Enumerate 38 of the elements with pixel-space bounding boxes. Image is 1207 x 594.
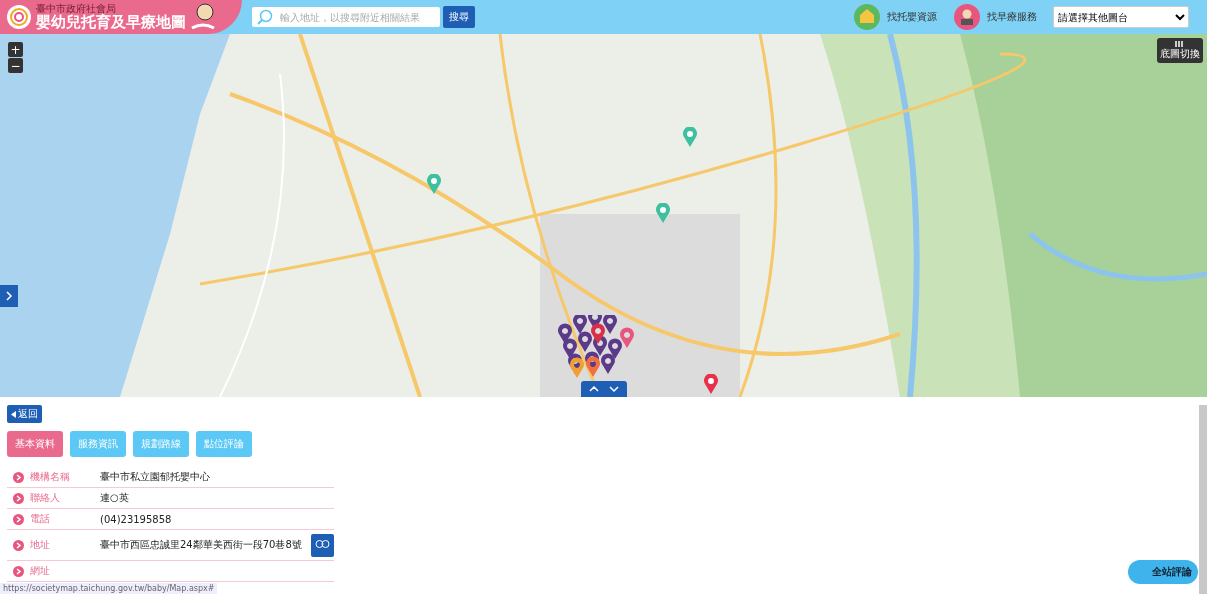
map-pins-drawing[interactable] <box>556 315 636 379</box>
field-label: 網址 <box>30 564 51 578</box>
layer-switch-button[interactable]: 底圖切換 <box>1157 38 1203 63</box>
layers-icon <box>1175 40 1185 47</box>
platform-select[interactable]: 請選擇其他圖台 <box>1053 6 1189 28</box>
field-value: 臺中市西區忠誠里24鄰華美西街一段70巷8號 <box>100 538 303 552</box>
chevron-right-icon <box>5 290 13 301</box>
back-button[interactable]: 返回 <box>7 405 42 423</box>
field-label: 電話 <box>30 512 51 526</box>
zoom-in-button[interactable]: + <box>8 42 23 57</box>
field-value: 連○英 <box>100 491 130 505</box>
review-button[interactable]: 全站評論 <box>1128 560 1198 584</box>
panel-toggle-button[interactable] <box>581 381 627 397</box>
field-label: 聯絡人 <box>30 491 61 505</box>
chevron-icon <box>13 492 24 504</box>
chevron-icon <box>13 513 24 525</box>
zoom-out-button[interactable]: − <box>8 58 23 73</box>
agency-name: 臺中市政府社會局 <box>36 3 117 14</box>
search-button[interactable]: 搜尋 <box>443 6 475 28</box>
site-title: 嬰幼兒托育及早療地圖 <box>36 14 186 31</box>
field-value: 臺中市私立園郁托嬰中心 <box>100 470 211 484</box>
search-field[interactable]: 輸入地址，以搜尋附近相關結果 <box>252 7 440 27</box>
chevron-icon <box>13 539 24 551</box>
navigate-button[interactable] <box>311 533 334 557</box>
nav-link[interactable]: 找早療服務 <box>953 3 1037 31</box>
search-icon <box>256 9 274 25</box>
field-value: (04)23195858 <box>100 513 173 525</box>
expand-button[interactable] <box>0 285 18 307</box>
chevron-icon <box>13 471 24 483</box>
caret-left-icon <box>11 410 16 418</box>
nav-link[interactable]: 找托嬰資源 <box>853 3 937 31</box>
chevron-icon <box>13 565 24 577</box>
field-label: 機構名稱 <box>30 470 71 484</box>
status-url: https://societymap.taichung.gov.tw/baby/Map.aspx# <box>0 583 218 594</box>
field-label: 地址 <box>30 538 51 552</box>
logo-icon <box>6 4 32 30</box>
scrollbar[interactable] <box>1199 405 1207 594</box>
baby-icon <box>190 2 216 32</box>
